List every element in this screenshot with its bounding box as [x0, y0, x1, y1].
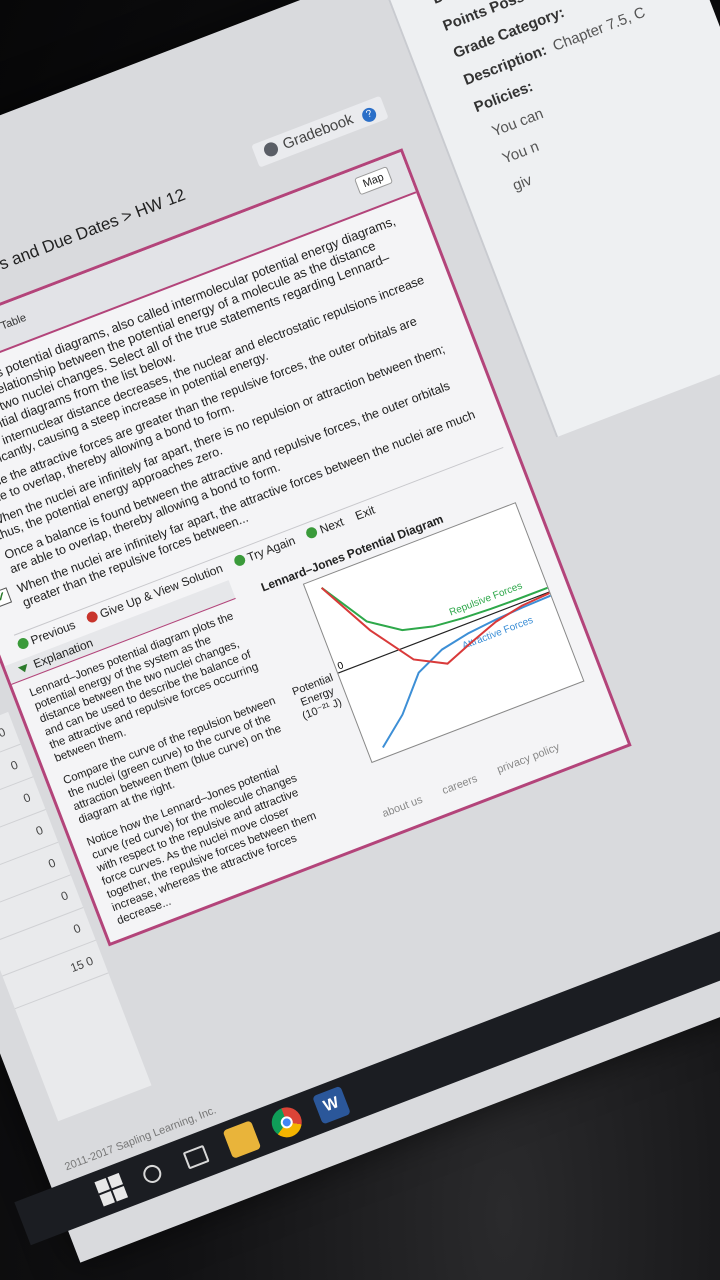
exit-label: Exit: [353, 502, 377, 523]
windows-start-icon[interactable]: [92, 1170, 131, 1209]
periodic-table-label: Periodic Table: [0, 311, 28, 348]
potential-curve-line: [320, 587, 550, 665]
periodic-table-link[interactable]: Periodic Table: [0, 312, 28, 354]
info-value: You n: [499, 137, 542, 168]
info-value: giv: [510, 171, 535, 195]
expand-triangle-icon: [17, 663, 30, 675]
search-icon[interactable]: [140, 1162, 164, 1186]
map-button[interactable]: Map: [353, 166, 394, 196]
answer-checkbox[interactable]: ✓: [0, 587, 13, 608]
file-explorer-icon[interactable]: [222, 1120, 262, 1159]
info-key: [503, 181, 509, 197]
try-again-button[interactable]: Try Again: [232, 533, 297, 569]
zero-tick-label: 0: [336, 660, 346, 672]
next-label: Next: [317, 514, 346, 537]
next-icon: [304, 525, 320, 540]
try-again-icon: [232, 553, 247, 568]
exit-button[interactable]: Exit: [353, 503, 377, 523]
next-button[interactable]: Next: [304, 514, 346, 542]
previous-icon: [16, 636, 31, 651]
zero-axis-line: [337, 591, 550, 674]
word-icon[interactable]: W: [312, 1085, 351, 1125]
give-up-icon: [85, 609, 100, 625]
try-again-label: Try Again: [245, 533, 298, 565]
photo-background: Available:Due Date:70Points Possible:Gra…: [0, 0, 720, 1280]
help-icon[interactable]: ?: [360, 105, 379, 124]
gradebook-button[interactable]: Gradebook?: [251, 95, 389, 168]
info-value: You can: [489, 105, 546, 141]
info-value: [537, 75, 543, 91]
gradebook-icon: [261, 140, 281, 159]
attractive-forces-line: [382, 594, 551, 749]
chrome-icon[interactable]: [267, 1102, 307, 1142]
chart-y-label: Potential Energy (10⁻²¹ J): [290, 671, 344, 723]
monitor-screen: Available:Due Date:70Points Possible:Gra…: [0, 0, 720, 1263]
gradebook-label: Gradebook: [280, 110, 356, 154]
task-view-icon[interactable]: [182, 1144, 210, 1170]
chart-plot: 0Repulsive ForcesAttractive Forces: [302, 502, 585, 764]
info-row: Due Date:70: [430, 0, 658, 8]
info-key: [482, 127, 488, 143]
info-value: [568, 1, 574, 17]
info-key: [492, 154, 498, 170]
